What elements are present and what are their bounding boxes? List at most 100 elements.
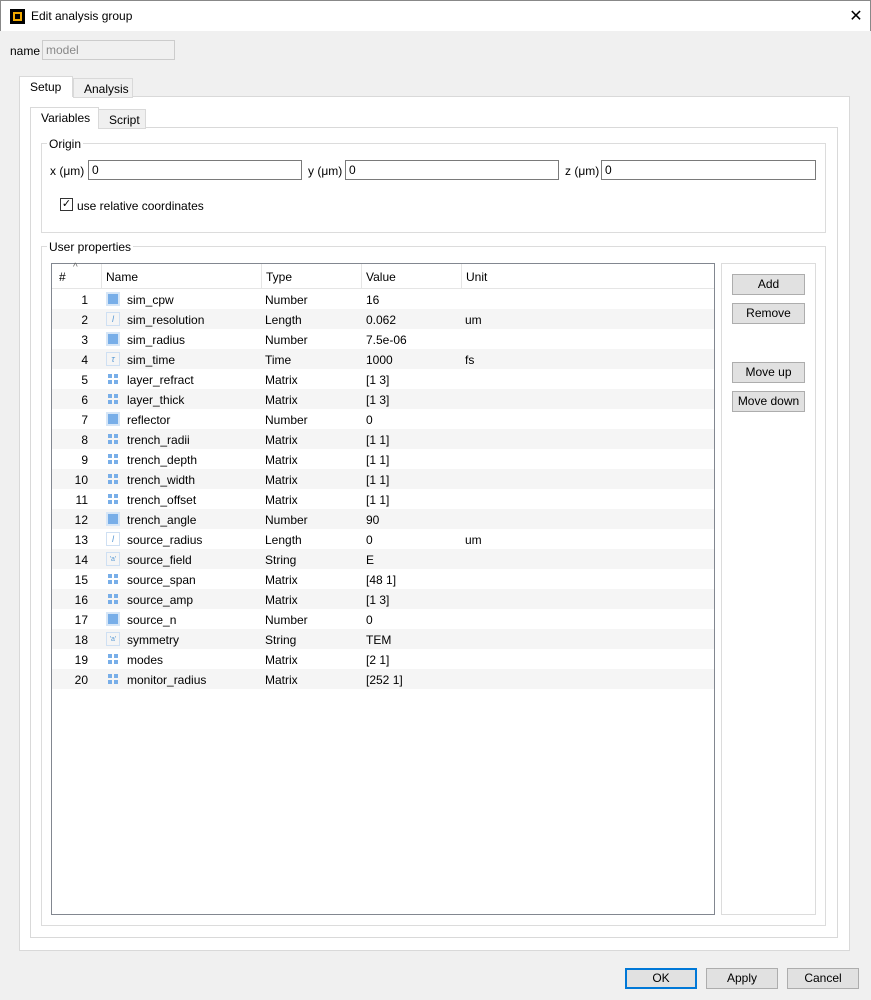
close-icon[interactable]: ✕ [847, 6, 865, 26]
row-value: [1 3] [366, 393, 390, 407]
table-row[interactable]: 10 trench_width Matrix [1 1] [52, 469, 714, 489]
table-row[interactable]: 5 layer_refract Matrix [1 3] [52, 369, 714, 389]
row-name: trench_radii [127, 433, 190, 447]
y-input[interactable]: 0 [345, 160, 559, 180]
row-name: sim_cpw [127, 293, 174, 307]
table-row[interactable]: 4 τ sim_time Time 1000 fs [52, 349, 714, 369]
table-row[interactable]: 18 'a' symmetry String TEM [52, 629, 714, 649]
row-type: Matrix [265, 493, 298, 507]
row-number: 15 [74, 573, 88, 587]
row-value: [48 1] [366, 573, 397, 587]
row-number: 6 [81, 393, 88, 407]
row-value: 0 [366, 413, 373, 427]
row-name: trench_angle [127, 513, 197, 527]
row-name: trench_depth [127, 453, 198, 467]
column-header-name[interactable]: Name [102, 264, 262, 289]
number-type-icon [106, 412, 120, 426]
table-row[interactable]: 6 layer_thick Matrix [1 3] [52, 389, 714, 409]
table-row[interactable]: 19 modes Matrix [2 1] [52, 649, 714, 669]
matrix-type-icon [106, 392, 120, 406]
table-row[interactable]: 8 trench_radii Matrix [1 1] [52, 429, 714, 449]
row-name: trench_offset [127, 493, 197, 507]
button-panel [721, 263, 816, 915]
origin-group [41, 143, 826, 233]
table-row[interactable]: 14 'a' source_field String E [52, 549, 714, 569]
row-number: 17 [74, 613, 88, 627]
row-number: 12 [74, 513, 88, 527]
ok-button[interactable]: OK [625, 968, 697, 989]
app-icon [10, 9, 25, 24]
table-row[interactable]: 1 sim_cpw Number 16 [52, 289, 714, 309]
row-type: Length [265, 533, 302, 547]
row-name: source_n [127, 613, 177, 627]
tab-script[interactable]: Script [98, 109, 146, 129]
column-header-number[interactable]: # ^ [52, 262, 102, 289]
row-number: 19 [74, 653, 88, 667]
row-value: 0 [366, 613, 373, 627]
row-value: 0 [366, 533, 373, 547]
z-input[interactable]: 0 [601, 160, 816, 180]
table-row[interactable]: 11 trench_offset Matrix [1 1] [52, 489, 714, 509]
table-row[interactable]: 2 l sim_resolution Length 0.062 um [52, 309, 714, 329]
relative-coordinates-checkbox[interactable]: ✓ [60, 198, 73, 211]
move-down-button[interactable]: Move down [732, 391, 805, 412]
row-type: Matrix [265, 373, 298, 387]
add-button[interactable]: Add [732, 274, 805, 295]
row-value: 1000 [366, 353, 393, 367]
y-label: y (μm) [308, 164, 343, 178]
table-row[interactable]: 13 l source_radius Length 0 um [52, 529, 714, 549]
number-type-icon [106, 512, 120, 526]
row-value: [1 1] [366, 453, 390, 467]
row-value: TEM [366, 633, 392, 647]
tab-variables[interactable]: Variables [30, 107, 99, 128]
user-properties-title: User properties [47, 240, 134, 254]
matrix-type-icon [106, 432, 120, 446]
move-up-button[interactable]: Move up [732, 362, 805, 383]
row-type: Time [265, 353, 292, 367]
row-type: Matrix [265, 473, 298, 487]
row-name: source_span [127, 573, 196, 587]
matrix-type-icon [106, 592, 120, 606]
row-name: sim_resolution [127, 313, 205, 327]
row-name: modes [127, 653, 164, 667]
apply-button[interactable]: Apply [706, 968, 778, 989]
column-header-type[interactable]: Type [262, 264, 362, 289]
relative-coordinates-label: use relative coordinates [77, 199, 204, 213]
row-value: [1 3] [366, 593, 390, 607]
row-number: 4 [81, 353, 88, 367]
table-row[interactable]: 9 trench_depth Matrix [1 1] [52, 449, 714, 469]
cancel-button[interactable]: Cancel [787, 968, 859, 989]
table-row[interactable]: 15 source_span Matrix [48 1] [52, 569, 714, 589]
table-row[interactable]: 3 sim_radius Number 7.5e-06 [52, 329, 714, 349]
row-number: 11 [75, 493, 88, 507]
tab-setup[interactable]: Setup [19, 76, 73, 97]
table-row[interactable]: 17 source_n Number 0 [52, 609, 714, 629]
table-row[interactable]: 12 trench_angle Number 90 [52, 509, 714, 529]
row-type: Matrix [265, 573, 298, 587]
row-number: 1 [81, 293, 88, 307]
remove-button[interactable]: Remove [732, 303, 805, 324]
window-title: Edit analysis group [31, 9, 133, 23]
matrix-type-icon [106, 472, 120, 486]
string-type-icon: 'a' [106, 632, 120, 646]
row-type: Matrix [265, 393, 298, 407]
row-value: E [366, 553, 375, 567]
row-number: 7 [81, 413, 88, 427]
matrix-type-icon [106, 572, 120, 586]
row-number: 9 [81, 453, 88, 467]
title-bar: Edit analysis group ✕ [0, 0, 871, 31]
table-row[interactable]: 20 monitor_radius Matrix [252 1] [52, 669, 714, 689]
row-type: Number [265, 413, 308, 427]
name-input[interactable]: model [42, 40, 175, 60]
table-row[interactable]: 16 source_amp Matrix [1 3] [52, 589, 714, 609]
row-value: [1 1] [366, 433, 390, 447]
row-type: Number [265, 333, 308, 347]
x-input[interactable]: 0 [88, 160, 302, 180]
row-unit: um [465, 533, 482, 547]
table-row[interactable]: 7 reflector Number 0 [52, 409, 714, 429]
tab-analysis[interactable]: Analysis [73, 78, 133, 98]
matrix-type-icon [106, 672, 120, 686]
column-header-unit[interactable]: Unit [462, 264, 714, 289]
number-type-icon [106, 292, 120, 306]
column-header-value[interactable]: Value [362, 264, 462, 289]
